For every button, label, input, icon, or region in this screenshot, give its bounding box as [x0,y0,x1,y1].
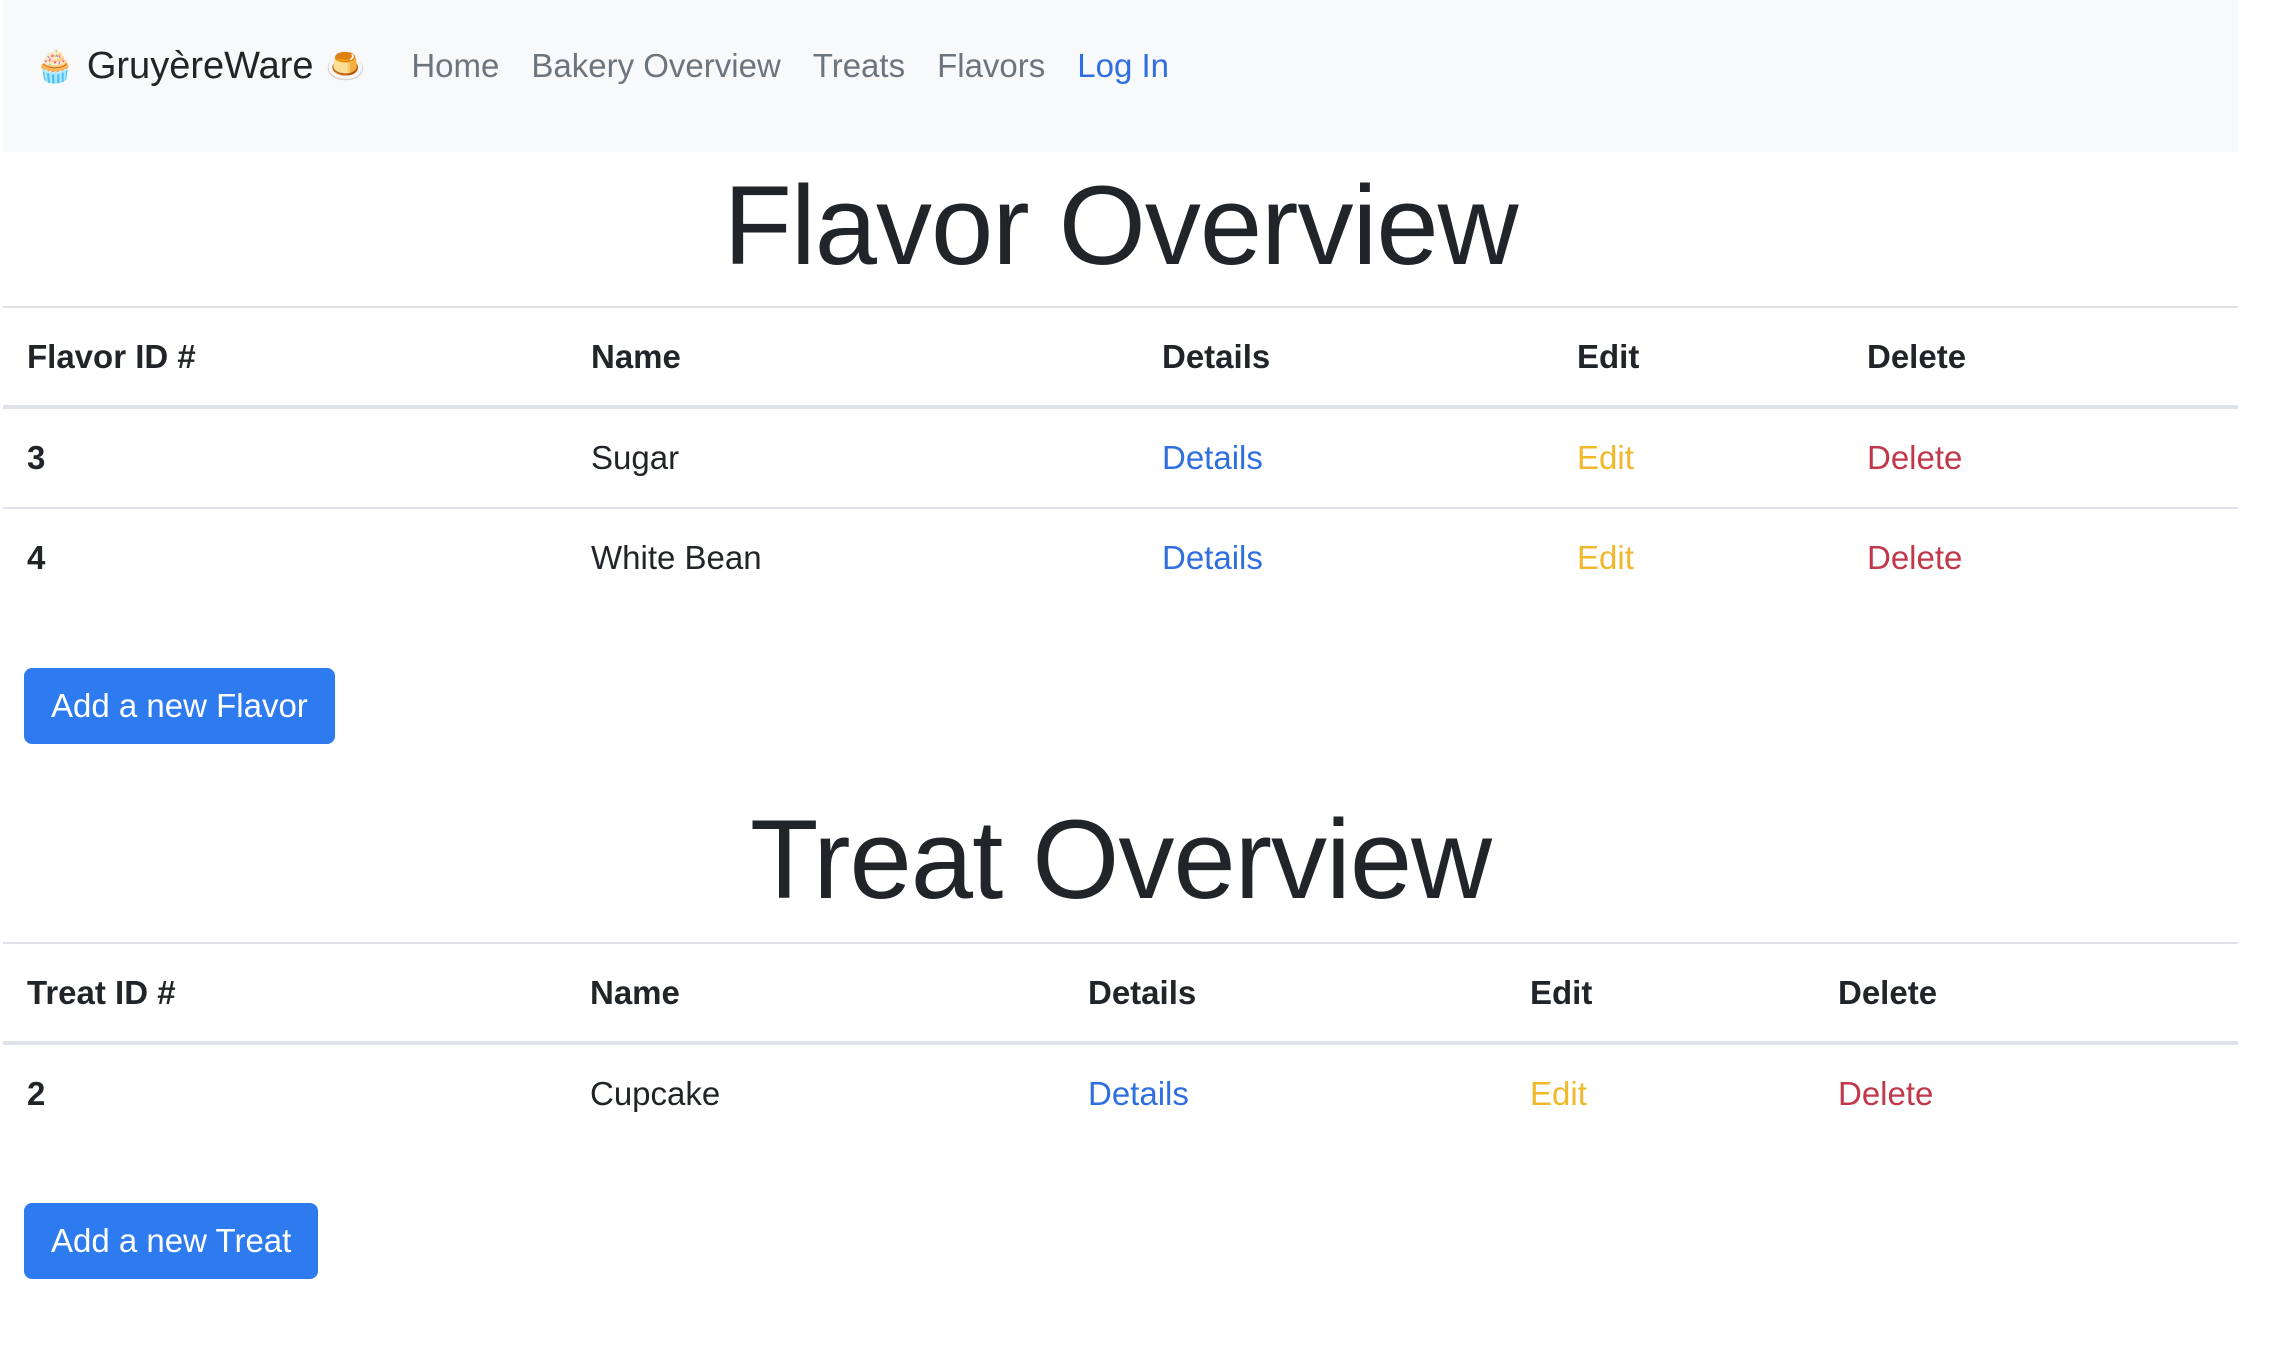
col-details: Details [1138,306,1553,409]
add-flavor-button[interactable]: Add a new Flavor [24,668,335,744]
brand-link[interactable]: 🧁 GruyèreWare 🍮 [35,40,365,92]
navbar: 🧁 GruyèreWare 🍮 Home Bakery Overview Tre… [3,0,2238,152]
flavor-id: 4 [27,539,46,576]
page: 🧁 GruyèreWare 🍮 Home Bakery Overview Tre… [3,0,2238,1279]
treat-name: Cupcake [590,1075,721,1112]
custard-icon: 🍮 [325,48,366,84]
nav-links: Home Bakery Overview Treats Flavors Log … [411,40,1201,92]
flavor-overview-title: Flavor Overview [723,163,1518,288]
col-name: Name [567,306,1138,409]
details-link[interactable]: Details [1162,539,1263,576]
edit-link[interactable]: Edit [1577,539,1634,576]
flavor-name: Sugar [567,407,1138,509]
treat-overview-title: Treat Overview [749,797,1492,922]
cupcake-icon: 🧁 [35,48,75,84]
edit-link[interactable]: Edit [1530,1075,1587,1112]
add-treat-button[interactable]: Add a new Treat [24,1203,319,1279]
flavor-table: Flavor ID # Name Details Edit Delete 3 S… [3,306,2238,607]
col-name: Name [566,942,1064,1045]
nav-treats[interactable]: Treats [813,40,905,92]
col-details: Details [1064,942,1506,1045]
edit-link[interactable]: Edit [1577,439,1634,476]
nav-log-in[interactable]: Log In [1077,40,1169,92]
delete-link[interactable]: Delete [1867,439,1962,476]
col-edit: Edit [1553,306,1843,409]
nav-flavors[interactable]: Flavors [937,40,1045,92]
col-delete: Delete [1843,306,2238,409]
treat-id: 2 [27,1075,46,1112]
details-link[interactable]: Details [1088,1075,1189,1112]
delete-link[interactable]: Delete [1867,539,1962,576]
delete-link[interactable]: Delete [1838,1075,1933,1112]
col-edit: Edit [1506,942,1814,1045]
table-row: 2 Cupcake Details Edit Delete [3,1043,2238,1143]
col-delete: Delete [1814,942,2238,1045]
brand-name: GruyèreWare [86,45,314,87]
col-flavor-id: Flavor ID # [3,306,567,409]
table-row: 4 White Bean Details Edit Delete [3,508,2238,607]
details-link[interactable]: Details [1162,439,1263,476]
treat-table: Treat ID # Name Details Edit Delete 2 Cu… [3,942,2238,1143]
flavor-name: White Bean [591,539,762,576]
nav-home[interactable]: Home [411,40,499,92]
flavor-table-header: Flavor ID # Name Details Edit Delete [3,306,2238,409]
nav-bakery-overview[interactable]: Bakery Overview [531,40,780,92]
treat-table-header: Treat ID # Name Details Edit Delete [3,942,2238,1045]
col-treat-id: Treat ID # [3,942,566,1045]
table-row: 3 Sugar Details Edit Delete [3,407,2238,509]
flavor-id: 3 [3,407,567,509]
